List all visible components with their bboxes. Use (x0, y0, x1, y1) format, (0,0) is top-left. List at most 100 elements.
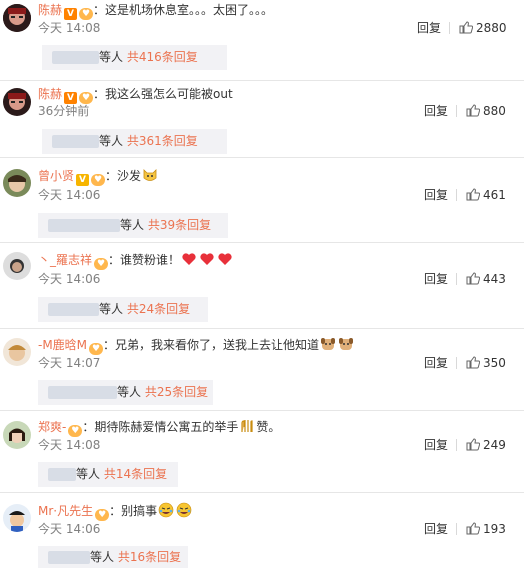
divider (456, 523, 457, 535)
sub-replies-box[interactable]: 等人 共39条回复 (38, 213, 228, 238)
like-button[interactable]: 880 (466, 104, 506, 118)
blurred-usernames (48, 303, 99, 316)
comment-text: ：我这么强怎么可能被out (93, 87, 233, 101)
sub-replies-suffix: 等人 (117, 385, 142, 399)
divider (456, 189, 457, 201)
comment-text: ：别搞事 (109, 504, 158, 518)
username[interactable]: 陈赫 (38, 3, 62, 17)
like-count: 2880 (476, 21, 507, 35)
username[interactable]: -M鹿晗M (38, 338, 87, 352)
sub-replies-suffix: 等人 (90, 550, 115, 564)
sub-replies-count[interactable]: 共416条回复 (127, 50, 198, 64)
vip-badge-icon: V (76, 174, 90, 186)
cry-laugh-emoji-icon (158, 502, 174, 518)
like-count: 350 (483, 356, 506, 370)
blurred-usernames (48, 386, 117, 399)
comment-time: 36分钟前 (38, 104, 90, 118)
sub-replies-box[interactable]: 等人 共361条回复 (42, 129, 227, 154)
fan-badge-icon: ♥ (95, 509, 110, 521)
avatar[interactable] (3, 504, 31, 532)
thumb-up-icon (466, 438, 481, 451)
username[interactable]: 郑爽- (38, 420, 66, 434)
reply-button[interactable]: 回复 (424, 188, 448, 202)
like-button[interactable]: 249 (466, 438, 506, 452)
avatar[interactable] (3, 252, 31, 280)
fan-badge-icon: ♥ (79, 8, 94, 20)
sub-replies-suffix: 等人 (99, 302, 124, 316)
divider (456, 357, 457, 369)
blurred-usernames (48, 468, 76, 481)
comment-time: 今天 14:08 (38, 438, 101, 452)
like-count: 193 (483, 522, 506, 536)
cry-laugh-emoji-icon (176, 502, 192, 518)
fan-badge-icon: ♥ (79, 92, 94, 104)
comment-time: 今天 14:07 (38, 356, 101, 370)
comment-time: 今天 14:06 (38, 522, 101, 536)
sub-replies-suffix: 等人 (120, 218, 145, 232)
reply-button[interactable]: 回复 (417, 21, 441, 35)
dog-emoji-icon (321, 338, 336, 350)
reply-button[interactable]: 回复 (424, 522, 448, 536)
avatar[interactable] (3, 4, 31, 32)
divider (0, 242, 524, 243)
reply-button[interactable]: 回复 (424, 104, 448, 118)
sub-replies-box[interactable]: 等人 共14条回复 (38, 462, 178, 487)
avatar[interactable] (3, 169, 31, 197)
reply-button[interactable]: 回复 (424, 356, 448, 370)
thumb-up-icon (459, 21, 474, 34)
sub-replies-box[interactable]: 等人 共416条回复 (42, 45, 227, 70)
sub-replies-box[interactable]: 等人 共16条回复 (38, 546, 188, 568)
username[interactable]: 丶_羅志祥 (38, 253, 92, 267)
thumb-up-icon (466, 188, 481, 201)
divider (456, 273, 457, 285)
divider (0, 410, 524, 411)
reply-button[interactable]: 回复 (424, 272, 448, 286)
sub-replies-count[interactable]: 共25条回复 (145, 385, 208, 399)
sub-replies-count[interactable]: 共361条回复 (127, 134, 198, 148)
like-button[interactable]: 443 (466, 272, 506, 286)
sub-replies-suffix: 等人 (99, 134, 124, 148)
avatar[interactable] (3, 338, 31, 366)
sub-replies-count[interactable]: 共14条回复 (104, 467, 167, 481)
blurred-usernames (52, 135, 99, 148)
like-button[interactable]: 2880 (459, 21, 507, 35)
blurred-usernames (48, 551, 90, 564)
like-count: 249 (483, 438, 506, 452)
reply-button[interactable]: 回复 (424, 438, 448, 452)
fan-badge-icon: ♥ (94, 258, 109, 270)
sub-replies-count[interactable]: 共16条回复 (118, 550, 181, 564)
sub-replies-count[interactable]: 共24条回复 (127, 302, 190, 316)
like-button[interactable]: 350 (466, 356, 506, 370)
like-count: 880 (483, 104, 506, 118)
divider (0, 157, 524, 158)
dog-emoji-icon (339, 338, 354, 350)
like-button[interactable]: 193 (466, 522, 506, 536)
comment-time: 今天 14:06 (38, 188, 101, 202)
comment-time: 今天 14:06 (38, 272, 101, 286)
divider (0, 492, 524, 493)
thumb-up-icon (466, 356, 481, 369)
username[interactable]: Mr·凡先生 (38, 504, 93, 518)
divider (0, 328, 524, 329)
like-button[interactable]: 461 (466, 188, 506, 202)
divider (456, 105, 457, 117)
sub-replies-box[interactable]: 等人 共24条回复 (38, 297, 208, 322)
heart-emoji-icon (218, 253, 232, 265)
username[interactable]: 曾小贤 (38, 169, 74, 183)
like-count: 443 (483, 272, 506, 286)
divider (449, 22, 450, 34)
like-count: 461 (483, 188, 506, 202)
sub-replies-box[interactable]: 等人 共25条回复 (38, 380, 213, 405)
sub-replies-suffix: 等人 (99, 50, 124, 64)
fan-badge-icon: ♥ (68, 425, 83, 437)
sub-replies-count[interactable]: 共39条回复 (148, 218, 211, 232)
username[interactable]: 陈赫 (38, 87, 62, 101)
comment-text: ：兄弟，我来看你了，送我上去让他知道 (103, 338, 320, 352)
avatar[interactable] (3, 421, 31, 449)
blurred-usernames (48, 219, 120, 232)
comment-text: ：谁赞粉谁！ (108, 253, 181, 267)
blurred-usernames (52, 51, 99, 64)
fan-badge-icon: ♥ (91, 174, 106, 186)
avatar[interactable] (3, 88, 31, 116)
heart-emoji-icon (182, 253, 196, 265)
